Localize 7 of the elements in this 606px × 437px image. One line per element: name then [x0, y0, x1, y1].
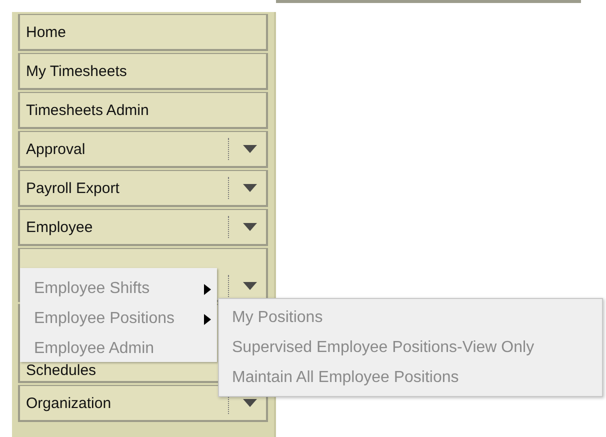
nav-item-label: Organization — [26, 394, 112, 412]
menu-item-label: Employee Positions — [34, 310, 175, 328]
menu-item-label: Employee Admin — [34, 340, 154, 358]
nav-item-label: Approval — [26, 140, 86, 158]
menu-item-label: Employee Shifts — [34, 280, 150, 298]
nav-item-label: Employee — [26, 218, 94, 236]
nav-item-label: Payroll Export — [26, 180, 120, 196]
